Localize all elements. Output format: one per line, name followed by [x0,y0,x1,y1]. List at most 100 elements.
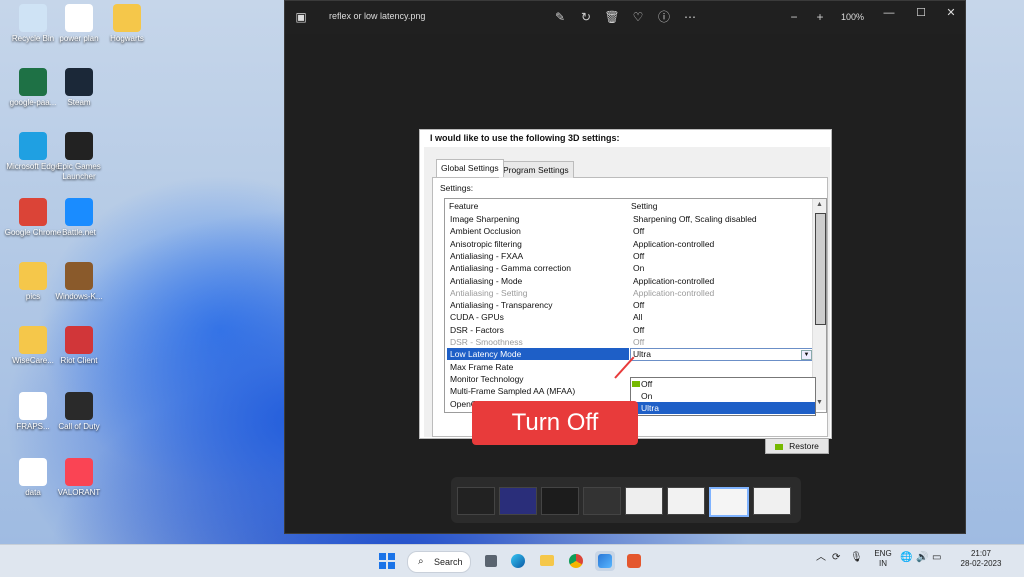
maximize-button[interactable]: ☐ [907,5,935,21]
desktop-icon-label: Call of Duty [58,422,100,431]
chrome-icon[interactable] [566,551,586,571]
rotate-icon[interactable]: ↻ [577,8,595,26]
filmstrip-thumbnail[interactable] [753,487,791,515]
feature-name: Antialiasing - Setting [450,287,528,298]
filmstrip-thumbnail[interactable] [541,487,579,515]
battlenet-icon [65,198,93,226]
scroll-down-icon[interactable]: ▼ [815,399,824,408]
tab-global-settings[interactable]: Global Settings [436,159,504,177]
settings-row[interactable]: Antialiasing - Mode Application-controlle… [447,275,811,287]
displayed-image: I would like to use the following 3D set… [419,129,832,454]
window-title: reflex or low latency.png [329,11,426,21]
tray-overflow-icon[interactable]: ︿ [816,553,826,563]
setting-value: Off [633,226,645,237]
riot-icon [65,326,93,354]
tab-program-settings[interactable]: Program Settings [498,161,574,178]
chrome-icon [19,198,47,226]
settings-row[interactable]: Ambient Occlusion Off [447,225,811,237]
desktop-icon[interactable]: Windows-K... [50,262,108,302]
settings-row[interactable]: Antialiasing - Transparency Off [447,299,811,311]
desktop-icon[interactable]: Call of Duty [50,392,108,432]
edit-icon[interactable]: ✎ [551,8,569,26]
language-indicator[interactable]: ENG IN [873,549,893,569]
search-icon: ⌕ [418,556,424,567]
settings-row[interactable]: CUDA - GPUs All [447,311,811,323]
filmstrip-thumbnail[interactable] [457,487,495,515]
delete-icon[interactable]: 🗑 [603,8,621,26]
zoom-in-icon[interactable]: + [811,8,829,26]
filmstrip-thumbnail[interactable] [499,487,537,515]
network-icon[interactable]: 🌐 [900,553,912,563]
folder-icon [19,262,47,290]
chevron-down-icon[interactable]: ▼ [801,350,812,361]
settings-row[interactable]: Antialiasing - Setting Application-contro… [447,287,811,299]
settings-row[interactable]: Anisotropic filtering Application-control… [447,238,811,250]
text-file-icon [19,458,47,486]
photos-icon[interactable] [595,551,615,571]
folder-icon [113,4,141,32]
file-explorer-icon[interactable] [537,551,557,571]
restore-button[interactable]: Restore [765,438,829,454]
desktop-icon[interactable]: Steam [50,68,108,108]
settings-row[interactable]: Antialiasing - Gamma correction On [447,262,811,274]
feature-name: CUDA - GPUs [450,312,504,323]
task-view-icon[interactable] [481,551,501,571]
filmstrip-thumbnail[interactable] [625,487,663,515]
more-icon[interactable]: ⋯ [681,8,699,26]
sync-icon[interactable]: ⟳ [832,553,840,563]
favorite-icon[interactable]: ♡ [629,8,647,26]
zoom-level[interactable]: 100% [841,12,864,22]
desktop-icon[interactable]: Hogwarts [98,4,156,44]
filmstrip-thumbnail[interactable] [583,487,621,515]
setting-value: Application-controlled [633,275,715,286]
desktop-icon-label: Steam [67,98,91,107]
excel-icon [19,68,47,96]
volume-icon[interactable]: 🔊 [916,553,928,563]
photos-viewer-window: ▣ reflex or low latency.png ✎ ↻ 🗑 ♡ ⓘ ⋯ … [284,0,966,534]
filmstrip [451,477,801,523]
feature-name: DSR - Smoothness [450,337,523,347]
scroll-up-icon[interactable]: ▲ [815,201,824,210]
setting-value: Off [633,250,645,261]
filmstrip-thumbnail-selected[interactable] [709,487,749,517]
desktop-icon[interactable]: Riot Client [50,326,108,366]
settings-row[interactable]: DSR - Factors Off [447,324,811,336]
filmstrip-thumbnail[interactable] [667,487,705,515]
nvidia-logo-icon [632,381,640,387]
feature-name: Max Frame Rate [450,361,514,372]
dropdown-option-on[interactable]: On [631,390,815,402]
scroll-thumb[interactable] [815,213,826,325]
panel-heading: I would like to use the following 3D set… [430,133,620,143]
low-latency-dropdown[interactable]: Ultra ▼ [630,348,814,362]
start-icon[interactable] [379,553,395,569]
battery-icon[interactable]: ▭ [932,553,941,563]
settings-row[interactable]: Antialiasing - FXAA Off [447,250,811,262]
desktop-icon[interactable]: VALORANT [50,458,108,498]
folder-icon [19,326,47,354]
grid-header: Feature Setting [445,199,811,212]
cod-icon [65,392,93,420]
setting-value: Application-controlled [633,287,715,298]
desktop-icon-label: Battle.net [62,228,96,237]
settings-row[interactable]: DSR - Smoothness Off [447,336,811,348]
dropdown-option-off[interactable]: Off [631,378,815,390]
edge-icon[interactable] [508,551,528,571]
dropdown-option-ultra[interactable]: Ultra [631,402,815,414]
settings-row[interactable]: Image Sharpening Sharpening Off, Scaling … [447,213,811,225]
close-button[interactable]: ✕ [937,5,965,21]
minimize-button[interactable]: — [875,5,903,21]
setting-value: All [633,312,643,323]
zoom-out-icon[interactable]: − [785,8,803,26]
settings-row-selected[interactable]: Low Latency Mode Ultra ▼ [447,348,814,362]
mic-icon[interactable]: 🎙 [850,553,863,563]
nvidia-logo-icon [775,443,784,450]
taskbar-search[interactable]: ⌕ Search [407,551,471,573]
clock[interactable]: 21:07 28-02-2023 [952,549,1010,569]
desktop-icon[interactable]: Battle.net [50,198,108,238]
archive-icon [65,262,93,290]
taskbar: ⌕ Search ︿ ⟳ 🎙 ENG IN 🌐 🔊 ▭ 21:07 28-02-… [0,544,1024,577]
info-icon[interactable]: ⓘ [655,8,673,26]
camtasia-icon[interactable] [624,551,644,571]
desktop-icon[interactable]: Epic Games Launcher [50,132,108,182]
feature-name: Monitor Technology [450,373,524,384]
